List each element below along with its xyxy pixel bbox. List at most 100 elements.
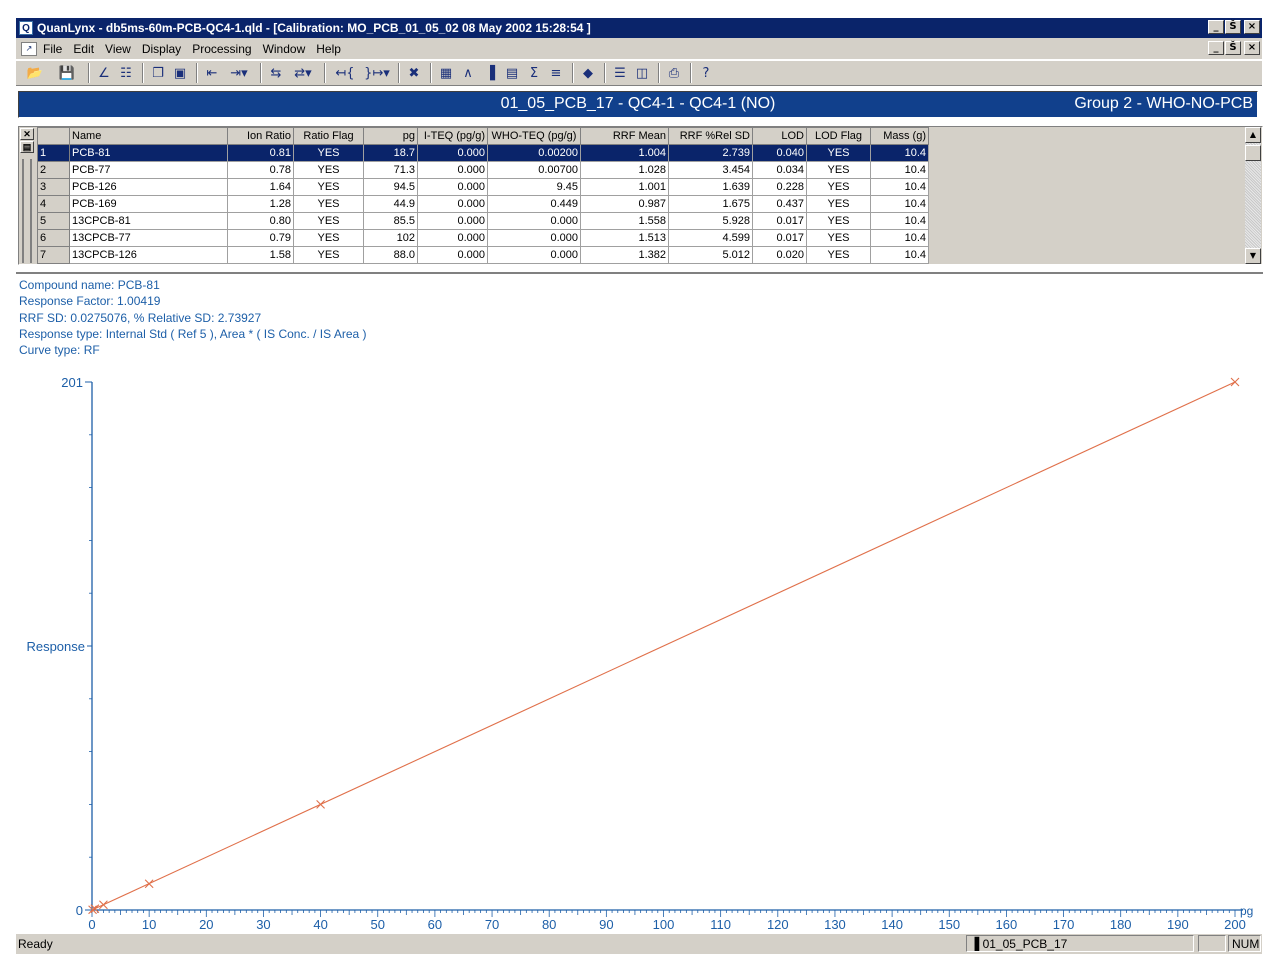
cell-name[interactable]: PCB-77 [69,161,228,179]
menu-file[interactable]: File [43,42,62,56]
cell-mass[interactable]: 10.4 [870,144,929,162]
menu-help[interactable]: Help [316,42,341,56]
cell-mass[interactable]: 10.4 [870,178,929,196]
column-header-rrf-rel-sd[interactable]: RRF %Rel SD [668,127,753,145]
cell-pg[interactable]: 85.5 [363,212,418,230]
table-vertical-scrollbar[interactable]: ▲ ▼ [1245,127,1261,264]
table-row[interactable]: 4 PCB-169 1.28 YES 44.9 0.000 0.449 0.987 1.675 0… [37,195,929,213]
peak-list-icon[interactable]: ☷ [116,63,136,83]
cell-iteq[interactable]: 0.000 [417,195,488,213]
table-view-icon[interactable]: ▤ [502,63,522,83]
cell-whoteq[interactable]: 0.000 [487,212,581,230]
table-row[interactable]: 7 13CPCB-126 1.58 YES 88.0 0.000 0.000 1.382 5.0… [37,246,929,264]
cell-rrf[interactable]: 1.001 [580,178,669,196]
cell-lflag[interactable]: YES [806,161,871,179]
cell-mass[interactable]: 10.4 [870,229,929,247]
open-folder-icon[interactable]: 📂 [20,63,50,83]
grid-toggle-icon[interactable]: ▤ [20,141,34,153]
prev-group-icon[interactable]: ↤{ [330,63,360,83]
cell-name[interactable]: 13CPCB-81 [69,212,228,230]
cell-rsd[interactable]: 5.928 [668,212,753,230]
child-close-button[interactable]: × [1244,41,1260,55]
cell-lflag[interactable]: YES [806,195,871,213]
cell-pg[interactable]: 44.9 [363,195,418,213]
cell-mass[interactable]: 10.4 [870,195,929,213]
cell-lod[interactable]: 0.017 [752,212,807,230]
cell-lod[interactable]: 0.020 [752,246,807,264]
menu-edit[interactable]: Edit [73,42,94,56]
cell-whoteq[interactable]: 9.45 [487,178,581,196]
column-header-lod-flag[interactable]: LOD Flag [806,127,871,145]
table-row[interactable]: 5 13CPCB-81 0.80 YES 85.5 0.000 0.000 1.558 5.92… [37,212,929,230]
bar-chart-icon[interactable]: ▐ [480,63,500,83]
cell-pg[interactable]: 18.7 [363,144,418,162]
cell-rsd[interactable]: 3.454 [668,161,753,179]
close-button[interactable]: × [1244,20,1260,34]
split-vertical-icon[interactable]: ◫ [632,63,652,83]
table-row[interactable]: 2 PCB-77 0.78 YES 71.3 0.000 0.00700 1.028 3.454… [37,161,929,179]
cell-name[interactable]: 13CPCB-126 [69,246,228,264]
cell-pg[interactable]: 94.5 [363,178,418,196]
cell-lflag[interactable]: YES [806,178,871,196]
menu-display[interactable]: Display [142,42,181,56]
cell-rrf[interactable]: 1.004 [580,144,669,162]
print-icon[interactable]: ⎙ [664,63,684,83]
cell-lod[interactable]: 0.437 [752,195,807,213]
cell-rsd[interactable]: 1.639 [668,178,753,196]
next-group-icon[interactable]: }↦▾ [362,63,392,83]
cell-rflag[interactable]: YES [293,246,364,264]
cell-iteq[interactable]: 0.000 [417,246,488,264]
minimize-button[interactable]: _ [1208,20,1224,34]
cell-n[interactable]: 2 [37,161,70,179]
quanlynx-app-icon[interactable]: Q [19,21,33,35]
sum-icon[interactable]: Σ [524,63,544,83]
column-header-name[interactable]: Name [69,127,228,145]
next-compound-icon[interactable]: ⇄▾ [288,63,318,83]
column-header-iteq[interactable]: I-TEQ (pg/g) [417,127,488,145]
cell-rsd[interactable]: 2.739 [668,144,753,162]
menu-processing[interactable]: Processing [192,42,251,56]
scroll-down-icon[interactable]: ▼ [1245,248,1261,264]
cell-rrf[interactable]: 1.513 [580,229,669,247]
book-icon[interactable]: ≡ [546,63,566,83]
next-sample-icon[interactable]: ⇥▾ [224,63,254,83]
cell-ion[interactable]: 0.79 [227,229,294,247]
cell-rsd[interactable]: 4.599 [668,229,753,247]
cell-lod[interactable]: 0.034 [752,161,807,179]
cell-n[interactable]: 7 [37,246,70,264]
cell-n[interactable]: 4 [37,195,70,213]
cell-lflag[interactable]: YES [806,212,871,230]
cell-rflag[interactable]: YES [293,144,364,162]
cell-ion[interactable]: 1.58 [227,246,294,264]
column-header-ratio-flag[interactable]: Ratio Flag [293,127,364,145]
save-icon[interactable]: 💾 [52,63,82,83]
menu-view[interactable]: View [105,42,131,56]
prev-compound-icon[interactable]: ⇆ [266,63,286,83]
column-header-rrf-mean[interactable]: RRF Mean [580,127,669,145]
cell-iteq[interactable]: 0.000 [417,212,488,230]
layers-icon[interactable]: ◆ [578,63,598,83]
cell-whoteq[interactable]: 0.449 [487,195,581,213]
help-icon[interactable]: ? [696,63,716,83]
cell-name[interactable]: PCB-126 [69,178,228,196]
cell-n[interactable]: 6 [37,229,70,247]
cell-pg[interactable]: 71.3 [363,161,418,179]
calibration-curve-chart[interactable]: 0 10 20 30 40 50 60 70 80 90 100 110 120 130 140 150 160… [16,274,1263,934]
cell-ion[interactable]: 0.80 [227,212,294,230]
cell-pg[interactable]: 88.0 [363,246,418,264]
cell-n[interactable]: 5 [37,212,70,230]
cell-rflag[interactable]: YES [293,212,364,230]
cell-name[interactable]: PCB-169 [69,195,228,213]
cell-mass[interactable]: 10.4 [870,212,929,230]
copy-window-icon[interactable]: ❐ [148,63,168,83]
cell-n[interactable]: 1 [37,144,70,162]
restore-button[interactable]: Š [1225,20,1241,34]
chart-icon[interactable]: ↗ [21,41,37,56]
scroll-thumb[interactable] [1245,145,1261,161]
prev-sample-icon[interactable]: ⇤ [202,63,222,83]
cell-ion[interactable]: 0.81 [227,144,294,162]
cell-iteq[interactable]: 0.000 [417,144,488,162]
table-row[interactable]: 1 PCB-81 0.81 YES 18.7 0.000 0.00200 1.004 2.739… [37,144,929,162]
cell-rrf[interactable]: 1.028 [580,161,669,179]
cell-name[interactable]: 13CPCB-77 [69,229,228,247]
